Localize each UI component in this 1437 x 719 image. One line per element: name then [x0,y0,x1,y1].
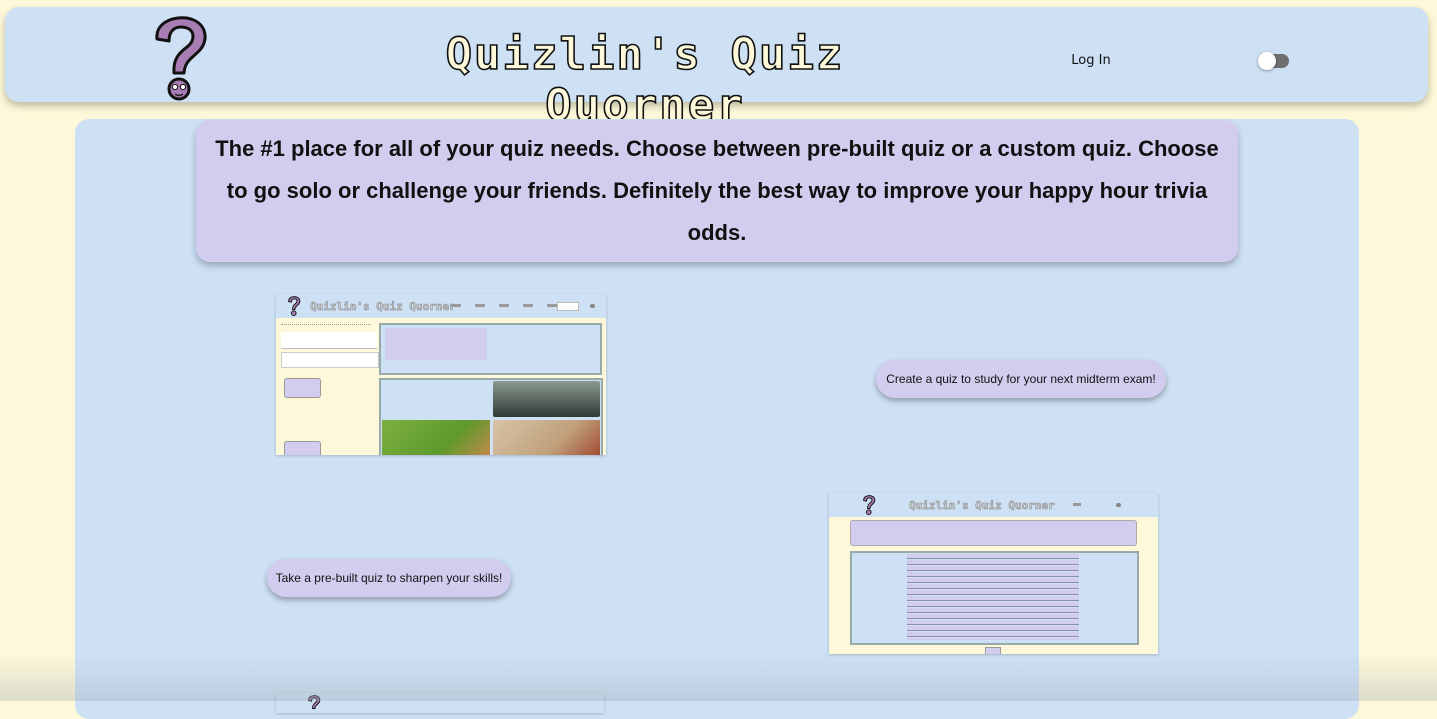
preview-header: Quizlin's Quiz Quorner [276,294,606,318]
map-image [493,420,600,455]
preview-search [557,302,579,311]
forest-image [493,381,600,417]
toggle-knob[interactable] [1258,52,1276,70]
main-panel: The #1 place for all of your quiz needs.… [75,119,1359,719]
custom-quiz-preview: Quizlin's Quiz Quorner [276,294,606,455]
site-header: Quizlin's Quiz Quorner Log In [5,7,1428,132]
preview-login [1073,503,1081,506]
cat-image [382,420,490,455]
preview-title: Quizlin's Quiz Quorner [310,300,456,313]
preview-toggle [590,304,595,308]
description-field [281,352,379,368]
form-line [281,324,371,326]
question-mark-logo-icon[interactable] [147,15,213,101]
prebuilt-quiz-preview: Quizlin's Quiz Quorner [829,493,1158,654]
prompt-panel [379,323,602,375]
prebuilt-quiz-caption: Take a pre-built quiz to sharpen your sk… [267,559,511,597]
preview-header: Quizlin's Quiz Quorner [829,493,1158,517]
preview-title: Quizlin's Quiz Quorner [909,499,1055,512]
category-field [281,340,377,349]
preview-toggle [1116,503,1121,507]
custom-quiz-caption: Create a quiz to study for your next mid… [876,360,1166,398]
theme-toggle[interactable] [1258,52,1289,70]
intro-card: The #1 place for all of your quiz needs.… [196,120,1238,262]
site-title: Quizlin's Quiz Quorner [445,28,845,132]
image-select-panel [379,378,603,455]
quiz-list-panel [850,551,1139,645]
question-mark-logo-icon [863,495,876,515]
select-quiz-card [850,520,1137,546]
bottom-fade [0,655,1437,701]
intro-text: The #1 place for all of your quiz needs.… [215,136,1219,245]
login-link[interactable]: Log In [1055,53,1127,68]
preview-nav [451,304,566,307]
start-button [985,647,1001,654]
add-question-button [284,378,321,398]
prompt-card [385,328,487,360]
quiz-list [907,554,1079,640]
question-mark-logo-icon [288,296,301,316]
submit-quiz-button [284,441,321,455]
